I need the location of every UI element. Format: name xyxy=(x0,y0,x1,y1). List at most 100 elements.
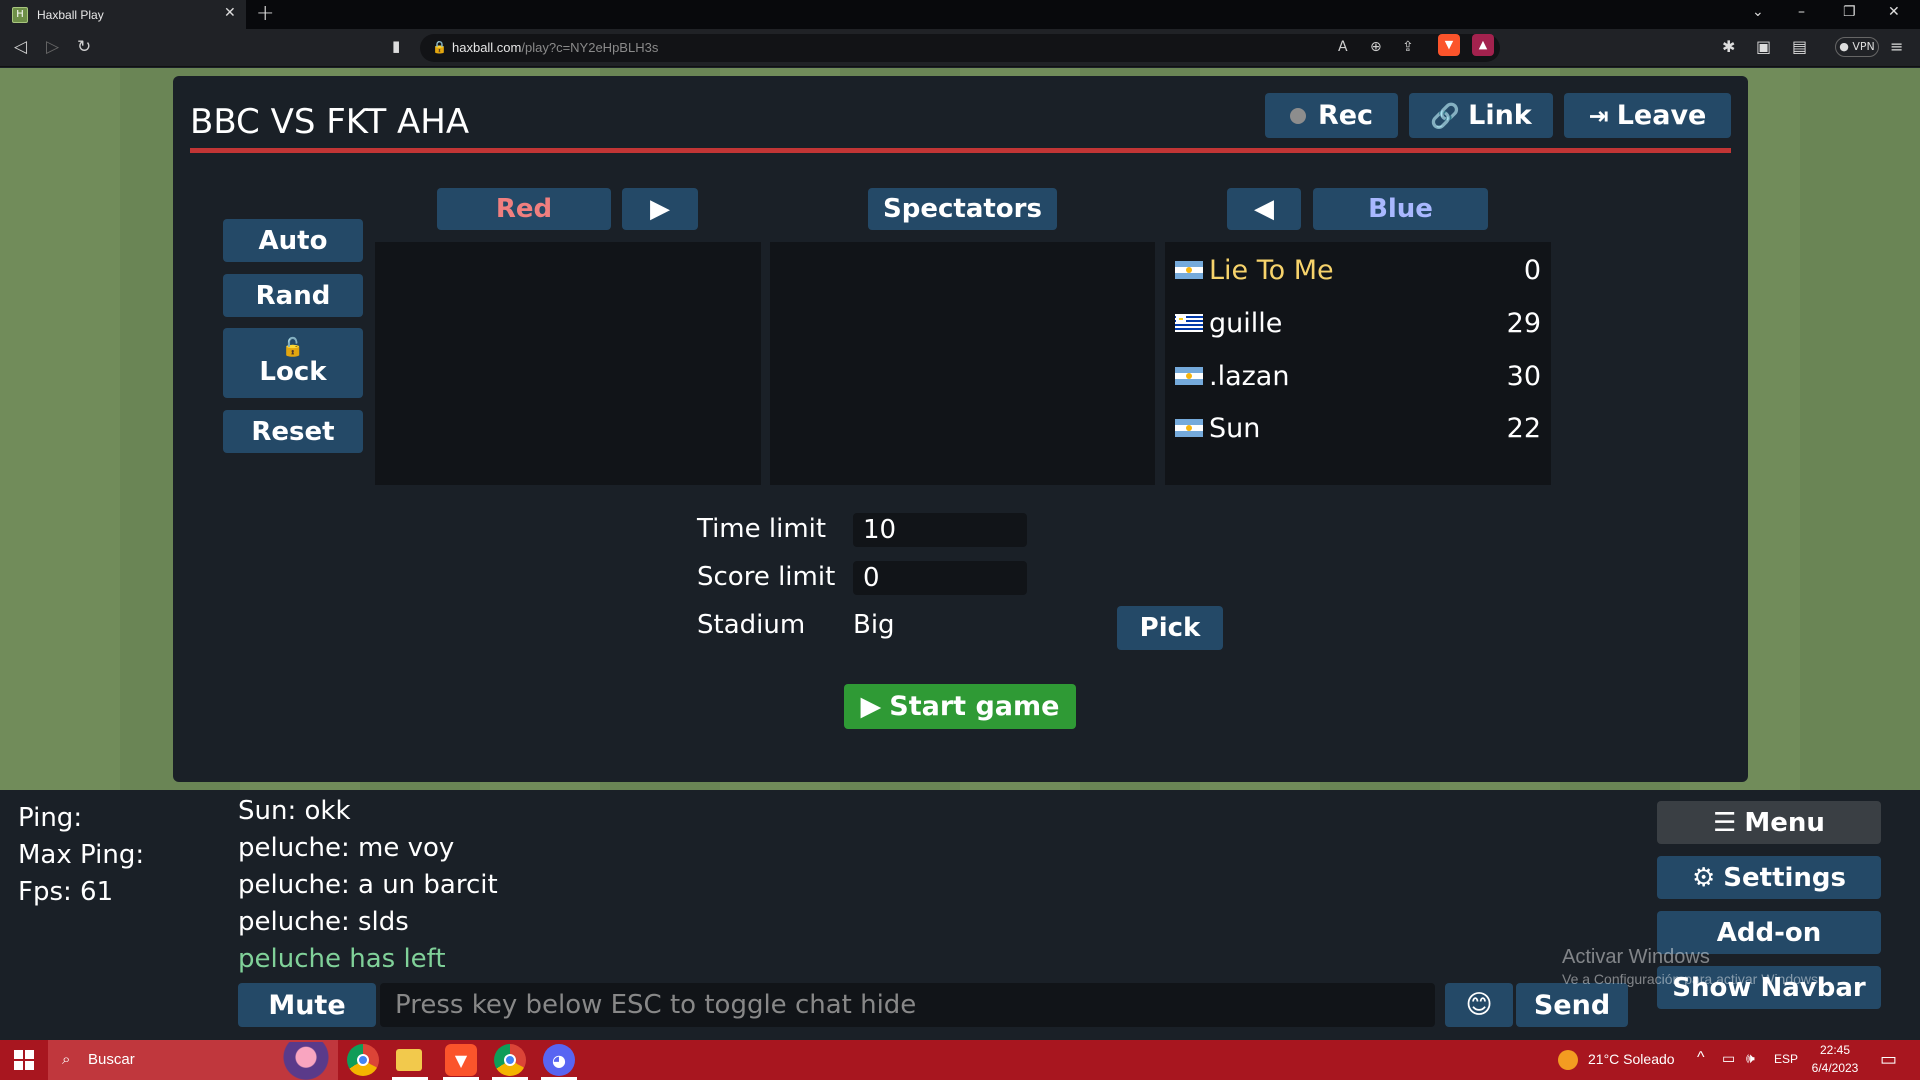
link-button[interactable]: 🔗 Link xyxy=(1409,93,1553,138)
chrome-profile-icon[interactable] xyxy=(494,1044,526,1076)
discord-icon[interactable]: ◕ xyxy=(543,1044,575,1076)
lock-button[interactable]: 🔓 Lock xyxy=(223,328,363,398)
search-highlight-image xyxy=(258,1042,338,1080)
player-row[interactable]: .lazan 30 xyxy=(1175,356,1541,396)
red-team-list[interactable] xyxy=(375,242,761,485)
link-icon: 🔗 xyxy=(1430,101,1461,130)
brave-rewards-icon[interactable]: ▲ xyxy=(1472,34,1494,56)
spectators-label: Spectators xyxy=(883,194,1042,224)
send-button[interactable]: Send xyxy=(1516,983,1628,1027)
stadium-label: Stadium xyxy=(697,610,806,640)
sun-weather-icon[interactable] xyxy=(1558,1050,1578,1070)
player-row[interactable]: Lie To Me 0 xyxy=(1175,250,1541,290)
settings-label: Settings xyxy=(1723,862,1847,893)
blue-team-list[interactable]: Lie To Me 0 guille 29 .lazan 30 Sun 22 xyxy=(1165,242,1551,485)
brave-icon[interactable]: ▼ xyxy=(445,1044,477,1076)
volume-icon[interactable]: 🕪 xyxy=(1746,1050,1755,1067)
room-title-divider xyxy=(190,148,1731,153)
settings-button[interactable]: ⚙ Settings xyxy=(1657,856,1881,899)
new-tab-icon[interactable]: + xyxy=(256,1,274,26)
time-limit-select[interactable]: 10 xyxy=(853,513,1027,547)
spectators-button[interactable]: Spectators xyxy=(868,188,1057,230)
mute-label: Mute xyxy=(268,989,346,1021)
chat-message: peluche: slds xyxy=(238,907,409,937)
time-limit-label: Time limit xyxy=(697,514,827,544)
taskbar-search[interactable]: ⌕ Buscar xyxy=(48,1040,338,1080)
zoom-icon[interactable]: ⊕ xyxy=(1370,39,1382,55)
move-to-blue-button[interactable]: ◀ xyxy=(1227,188,1301,230)
tab-search-chevron-icon[interactable]: ⌄ xyxy=(1752,4,1764,20)
rec-button[interactable]: Rec xyxy=(1265,93,1398,138)
url-bar[interactable]: 🔒 haxball.com/play?c=NY2eHpBLH3s A ⊕ ⇪ xyxy=(420,34,1500,62)
bookmark-icon[interactable]: ▮ xyxy=(392,37,400,55)
record-dot-icon xyxy=(1289,107,1306,124)
weather-text[interactable]: 21°C Soleado xyxy=(1588,1051,1675,1067)
restore-icon[interactable]: ❐ xyxy=(1843,4,1856,20)
activate-windows-subtext: Ve a Configuración para activar Windows. xyxy=(1562,971,1822,987)
sidebar-icon[interactable]: ▣ xyxy=(1756,37,1771,56)
red-team-button[interactable]: Red xyxy=(437,188,611,230)
auto-button[interactable]: Auto xyxy=(223,219,363,262)
tray-chevron-icon[interactable]: ^ xyxy=(1697,1049,1705,1067)
chat-system-message: peluche has left xyxy=(238,944,446,974)
chrome-icon[interactable] xyxy=(347,1044,379,1076)
network-icon[interactable]: ▭ xyxy=(1722,1050,1735,1067)
reset-button[interactable]: Reset xyxy=(223,410,363,453)
start-game-button[interactable]: ▶ Start game xyxy=(844,684,1076,729)
rec-label: Rec xyxy=(1317,100,1374,131)
reload-icon[interactable]: ↻ xyxy=(77,37,91,57)
play-left-icon: ◀ xyxy=(1254,194,1274,224)
browser-tab[interactable]: H Haxball Play ✕ xyxy=(0,0,246,29)
chat-input[interactable]: Press key below ESC to toggle chat hide xyxy=(380,983,1435,1027)
browser-menu-icon[interactable]: ≡ xyxy=(1890,37,1903,56)
browser-tab-bar: H Haxball Play ✕ + ⌄ – ❐ ✕ xyxy=(0,0,1920,29)
blue-team-button[interactable]: Blue xyxy=(1313,188,1488,230)
reset-label: Reset xyxy=(251,416,335,447)
rand-label: Rand xyxy=(255,280,331,311)
translate-icon[interactable]: A xyxy=(1338,39,1348,55)
windows-taskbar: ⌕ Buscar ▼ ◕ 21°C Soleado ^ ▭ 🕪 ESP 22:4… xyxy=(0,1040,1920,1080)
room-title: BBC VS FKT AHA xyxy=(190,102,470,142)
menu-button[interactable]: ☰ Menu xyxy=(1657,801,1881,844)
smiley-icon: 😊 xyxy=(1465,990,1493,1020)
player-row[interactable]: Sun 22 xyxy=(1175,408,1541,448)
player-name: Sun xyxy=(1209,412,1261,444)
rand-button[interactable]: Rand xyxy=(223,274,363,317)
send-label: Send xyxy=(1533,989,1611,1021)
clock-date[interactable]: 6/4/2023 xyxy=(1805,1061,1865,1075)
extensions-icon[interactable]: ✱ xyxy=(1722,37,1735,56)
emoji-button[interactable]: 😊 xyxy=(1445,983,1513,1027)
player-row[interactable]: guille 29 xyxy=(1175,303,1541,343)
stadium-value: Big xyxy=(853,610,895,640)
activate-windows-watermark: Activar Windows xyxy=(1562,946,1710,968)
player-name: guille xyxy=(1209,307,1283,339)
notifications-icon[interactable]: ▭ xyxy=(1880,1049,1897,1070)
clock-time[interactable]: 22:45 xyxy=(1805,1043,1865,1057)
player-name: Lie To Me xyxy=(1209,254,1334,286)
leave-label: Leave xyxy=(1616,100,1707,131)
score-limit-select[interactable]: 0 xyxy=(853,561,1027,595)
chat-message: Sun: okk xyxy=(238,796,351,826)
argentina-flag-icon xyxy=(1175,367,1203,385)
wallet-icon[interactable]: ▤ xyxy=(1792,37,1807,56)
gear-icon: ⚙ xyxy=(1691,862,1716,893)
red-team-label: Red xyxy=(495,194,553,224)
minimize-icon[interactable]: – xyxy=(1798,4,1805,20)
start-game-label: Start game xyxy=(889,691,1060,722)
share-icon[interactable]: ⇪ xyxy=(1402,39,1414,55)
file-explorer-icon[interactable] xyxy=(396,1049,422,1071)
brave-shields-icon[interactable]: ▼ xyxy=(1438,34,1460,56)
pick-stadium-button[interactable]: Pick xyxy=(1117,606,1223,650)
language-indicator[interactable]: ESP xyxy=(1774,1052,1798,1066)
forward-icon[interactable]: ▷ xyxy=(46,37,59,57)
windows-start-icon[interactable] xyxy=(14,1050,34,1070)
spectators-list[interactable] xyxy=(770,242,1155,485)
tab-close-icon[interactable]: ✕ xyxy=(224,5,236,21)
back-icon[interactable]: ◁ xyxy=(14,37,27,57)
vpn-button[interactable]: ● VPN xyxy=(1835,37,1879,57)
window-close-icon[interactable]: ✕ xyxy=(1888,4,1900,20)
move-to-red-button[interactable]: ▶ xyxy=(622,188,698,230)
url-text: haxball.com/play?c=NY2eHpBLH3s xyxy=(452,40,659,55)
mute-button[interactable]: Mute xyxy=(238,983,376,1027)
leave-button[interactable]: ⇥ Leave xyxy=(1564,93,1731,138)
